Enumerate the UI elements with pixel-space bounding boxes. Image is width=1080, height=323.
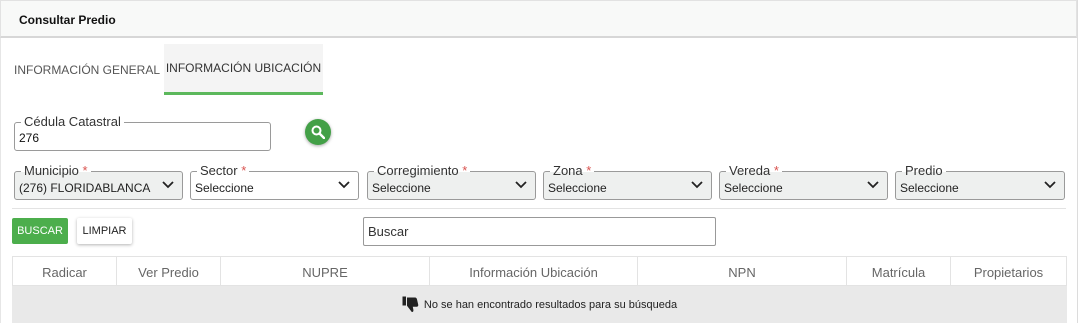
column-header-informacion-ubicacion[interactable]: Información Ubicación <box>430 257 638 285</box>
sector-value: Seleccione <box>195 181 254 195</box>
chevron-down-icon <box>867 181 879 189</box>
limpiar-button[interactable]: LIMPIAR <box>77 218 132 244</box>
card-border-left <box>0 38 1 323</box>
corregimiento-label: Corregimiento * <box>374 163 471 179</box>
chevron-down-icon <box>515 181 527 189</box>
predio-value: Seleccione <box>900 181 959 195</box>
results-table-header: Radicar Ver Predio NUPRE Información Ubi… <box>12 256 1067 286</box>
page-title: Consultar Predio <box>19 13 116 27</box>
chevron-down-icon <box>162 181 174 189</box>
table-search-input[interactable] <box>364 218 715 245</box>
municipio-value: (276) FLORIDABLANCA <box>19 181 151 195</box>
predio-select[interactable]: Predio Seleccione <box>895 163 1065 200</box>
sector-label: Sector * <box>197 163 250 179</box>
vereda-label: Vereda * <box>726 163 782 179</box>
municipio-label: Municipio * <box>21 163 91 179</box>
cedula-catastral-field[interactable]: Cédula Catastral 276 <box>14 114 271 151</box>
empty-results-row: No se han encontrado resultados para su … <box>12 286 1067 323</box>
card-header: Consultar Predio <box>0 0 1077 38</box>
divider <box>12 208 1066 209</box>
vereda-value: Seleccione <box>724 181 783 195</box>
buscar-button[interactable]: BUSCAR <box>12 218 68 244</box>
column-header-npn[interactable]: NPN <box>638 257 847 285</box>
search-cedula-button[interactable] <box>305 119 331 145</box>
chevron-down-icon <box>691 181 703 189</box>
cedula-catastral-value: 276 <box>19 131 40 145</box>
tab-informacion-general[interactable]: INFORMACIÓN GENERAL <box>12 44 162 95</box>
zona-select[interactable]: Zona * Seleccione <box>543 163 712 200</box>
table-search-field[interactable] <box>363 217 716 246</box>
zona-label: Zona * <box>550 163 595 179</box>
column-header-ver-predio[interactable]: Ver Predio <box>117 257 221 285</box>
tab-informacion-ubicacion[interactable]: INFORMACIÓN UBICACIÓN <box>164 44 323 95</box>
search-icon <box>311 125 325 139</box>
sector-select[interactable]: Sector * Seleccione <box>190 163 359 200</box>
corregimiento-value: Seleccione <box>372 181 431 195</box>
predio-label: Predio <box>902 163 946 179</box>
cedula-catastral-label: Cédula Catastral <box>21 114 124 130</box>
chevron-down-icon <box>338 181 350 189</box>
column-header-matricula[interactable]: Matrícula <box>847 257 951 285</box>
corregimiento-select[interactable]: Corregimiento * Seleccione <box>367 163 536 200</box>
column-header-radicar[interactable]: Radicar <box>13 257 117 285</box>
empty-results-message: No se han encontrado resultados para su … <box>423 298 678 311</box>
chevron-down-icon <box>1044 181 1056 189</box>
municipio-select[interactable]: Municipio * (276) FLORIDABLANCA <box>14 163 183 200</box>
column-header-propietarios[interactable]: Propietarios <box>951 257 1066 285</box>
card-border <box>1077 0 1078 323</box>
zona-value: Seleccione <box>548 181 607 195</box>
column-header-nupre[interactable]: NUPRE <box>221 257 430 285</box>
vereda-select[interactable]: Vereda * Seleccione <box>719 163 888 200</box>
thumbs-down-icon <box>402 296 419 313</box>
